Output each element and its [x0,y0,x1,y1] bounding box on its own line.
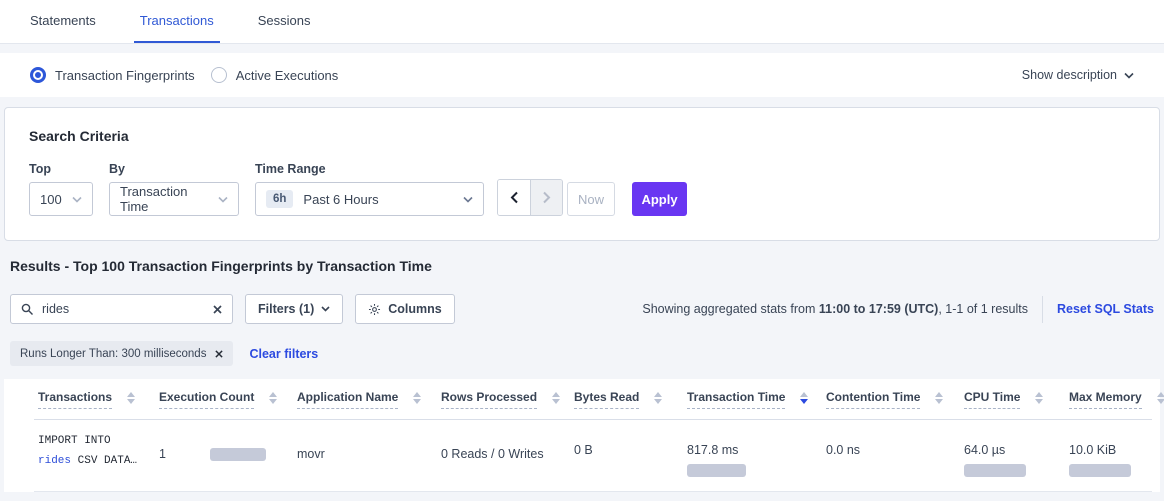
columns-button[interactable]: Columns [355,294,454,324]
transaction-time-bar [687,464,746,477]
chevron-right-icon [542,191,551,204]
cpu-time-cell: 64.0 µs [960,431,1065,477]
time-range-badge: 6h [266,190,293,208]
chevron-down-icon [1124,72,1134,79]
previous-time-window-button[interactable] [498,180,530,215]
aggregated-stats-text: Showing aggregated stats from 11:00 to 1… [642,302,1028,316]
column-header-execution-count[interactable]: Execution Count [155,390,293,409]
reset-sql-stats-link[interactable]: Reset SQL Stats [1057,302,1154,316]
search-criteria-card: Search Criteria Top 100 By Transaction T… [4,107,1160,241]
sort-icon[interactable] [654,392,662,407]
gear-icon [368,303,381,316]
top-label: Top [29,162,93,176]
sort-icon[interactable] [413,392,421,407]
remove-filter-icon[interactable] [215,350,223,358]
show-description-toggle[interactable]: Show description [1022,68,1134,82]
results-title: Results - Top 100 Transaction Fingerprin… [10,258,1154,274]
transaction-time-cell: 817.8 ms [683,431,822,477]
sort-icon[interactable] [800,392,808,407]
chevron-down-icon [72,196,82,203]
results-search-box [10,294,233,324]
results-table: Transactions Execution Count Application… [4,379,1160,492]
column-header-bytes-read[interactable]: Bytes Read [570,390,683,409]
search-criteria-title: Search Criteria [25,128,1139,144]
now-button[interactable]: Now [567,182,615,216]
column-header-rows-processed[interactable]: Rows Processed [437,390,570,409]
max-memory-bar [1069,464,1131,477]
chevron-down-icon [321,306,330,312]
column-header-contention-time[interactable]: Contention Time [822,390,960,409]
top-select[interactable]: 100 [29,182,93,216]
radio-active-executions[interactable]: Active Executions [211,67,339,83]
next-time-window-button[interactable] [530,180,562,215]
sort-icon[interactable] [1035,392,1043,407]
by-label: By [109,162,239,176]
view-toggle-bar: Transaction Fingerprints Active Executio… [0,53,1164,97]
sort-icon[interactable] [127,392,135,407]
sort-icon[interactable] [552,392,560,407]
by-select[interactable]: Transaction Time [109,182,239,216]
cpu-time-bar [964,464,1026,477]
application-name-cell: movr [293,431,437,461]
time-window-nav [497,179,563,216]
time-range-select[interactable]: 6h Past 6 Hours [255,182,484,216]
clear-search-icon[interactable] [213,305,222,314]
time-range-label: Time Range [255,162,484,176]
results-section: Results - Top 100 Transaction Fingerprin… [0,258,1164,366]
clear-filters-link[interactable]: Clear filters [249,347,318,361]
divider [1042,296,1043,323]
filter-chip: Runs Longer Than: 300 milliseconds [10,341,233,366]
execution-count-bar [210,448,266,461]
column-header-max-memory[interactable]: Max Memory [1065,390,1152,409]
max-memory-cell: 10.0 KiB [1065,431,1152,477]
sort-icon[interactable] [935,392,943,407]
transaction-fingerprint-link[interactable]: IMPORT INTO rides CSV DATA… [34,431,155,472]
radio-icon [211,67,227,83]
table-header-row: Transactions Execution Count Application… [34,379,1152,420]
rows-processed-cell: 0 Reads / 0 Writes [437,431,570,461]
bytes-read-cell: 0 B [570,431,683,457]
page-tabs: Statements Transactions Sessions [0,0,1164,44]
apply-button[interactable]: Apply [632,182,687,216]
search-input[interactable] [42,302,205,316]
execution-count-cell: 1 [155,431,293,461]
search-icon [21,303,34,316]
table-row: IMPORT INTO rides CSV DATA… 1 movr 0 Rea… [34,420,1152,492]
column-header-cpu-time[interactable]: CPU Time [960,390,1065,409]
tab-sessions[interactable]: Sessions [252,0,317,43]
tab-statements[interactable]: Statements [24,0,102,43]
chevron-down-icon [463,196,473,203]
radio-transaction-fingerprints[interactable]: Transaction Fingerprints [30,67,195,83]
tab-transactions[interactable]: Transactions [134,0,220,43]
contention-time-cell: 0.0 ns [822,431,960,457]
sort-icon[interactable] [269,392,277,407]
sort-icon[interactable] [1157,392,1164,407]
radio-selected-icon [30,67,46,83]
filters-button[interactable]: Filters (1) [245,294,343,324]
column-header-transaction-time[interactable]: Transaction Time [683,390,822,409]
chevron-left-icon [510,191,519,204]
chevron-down-icon [218,196,228,203]
column-header-transactions[interactable]: Transactions [34,390,155,409]
column-header-application-name[interactable]: Application Name [293,390,437,409]
